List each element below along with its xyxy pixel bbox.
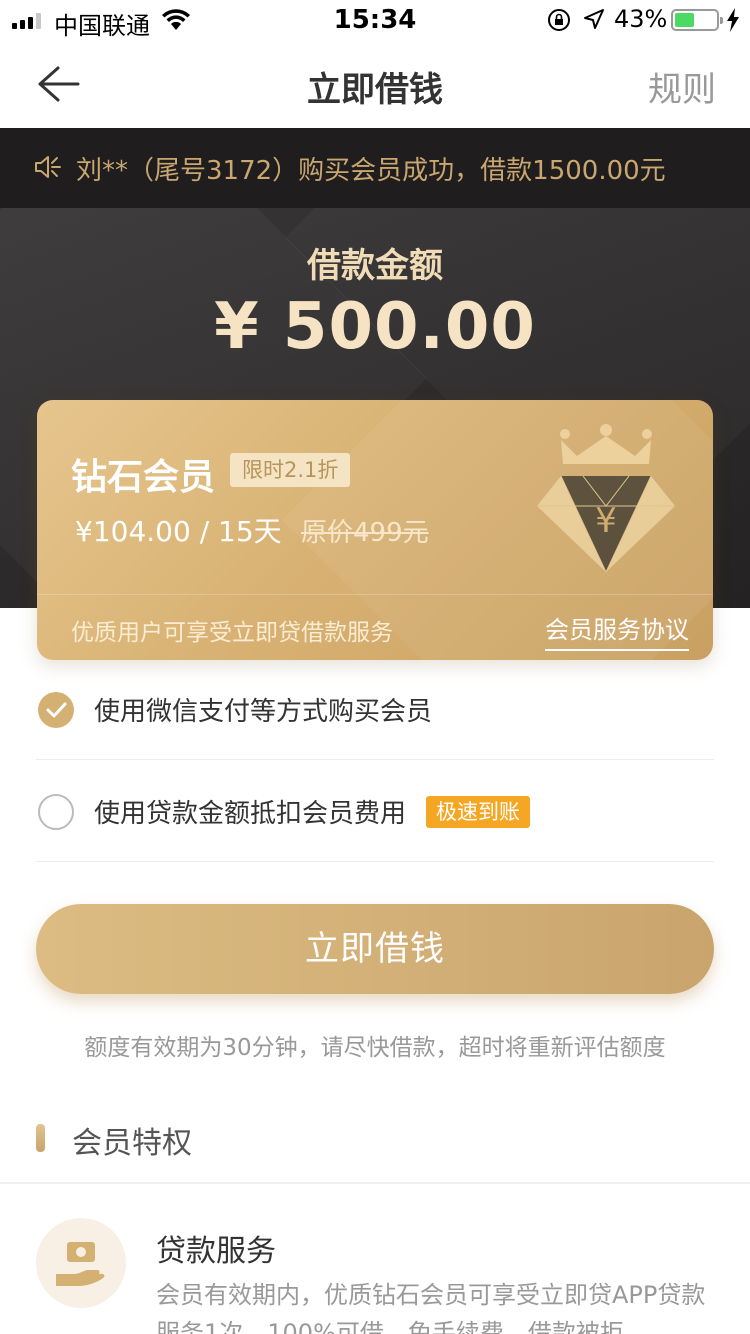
rules-link[interactable]: 规则 [648, 62, 716, 111]
option-label: 使用微信支付等方式购买会员 [94, 697, 433, 727]
benefit-description: 会员有效期内，优质钻石会员可享受立即贷APP贷款服务1次，100%可借，免手续费… [156, 1281, 706, 1334]
rotation-lock-icon [548, 9, 570, 31]
location-arrow-icon [584, 9, 604, 29]
navigation-bar: 立即借钱 规则 [0, 40, 750, 128]
section-accent-bar [36, 1124, 45, 1152]
loan-amount-value: ¥ 500.00 [214, 290, 536, 364]
card-footer-text: 优质用户可享受立即贷借款服务 [71, 620, 393, 646]
original-price: 原价499元 [301, 518, 429, 548]
diamond-crown-icon: ¥ [537, 424, 675, 574]
borrow-now-button[interactable]: 立即借钱 [36, 904, 714, 994]
option-label: 使用贷款金额抵扣会员费用 [94, 799, 407, 829]
page-title: 立即借钱 [307, 70, 443, 110]
purchase-notice-bar: 刘**（尾号3172）购买会员成功，借款1500.00元 [0, 128, 750, 208]
loan-amount-label: 借款金额 [307, 246, 443, 286]
notice-text: 刘**（尾号3172）购买会员成功，借款1500.00元 [76, 156, 666, 186]
checked-circle-icon[interactable] [38, 692, 74, 728]
membership-price: ¥104.00 / 15天 [75, 515, 282, 548]
option-wechat-pay[interactable]: 使用微信支付等方式购买会员 [36, 660, 714, 760]
option-deduct-from-loan[interactable]: 使用贷款金额抵扣会员费用 极速到账 [36, 762, 714, 862]
battery-percent: 43% [614, 5, 668, 33]
unchecked-circle-icon[interactable] [38, 794, 74, 830]
fast-arrival-badge: 极速到账 [426, 796, 530, 828]
quota-validity-hint: 额度有效期为30分钟，请尽快借款，超时将重新评估额度 [84, 1035, 666, 1061]
diamond-membership-card: 钻石会员 限时2.1折 ¥104.00 / 15天 原价499元 ¥ 优质用户可… [37, 400, 713, 660]
benefit-title: 贷款服务 [156, 1234, 276, 1269]
battery-icon [671, 9, 723, 31]
emblem-symbol: ¥ [595, 501, 617, 541]
charging-bolt-icon [727, 8, 739, 32]
membership-title: 钻石会员 [71, 457, 216, 498]
membership-agreement-link[interactable]: 会员服务协议 [545, 610, 689, 651]
section-title: 会员特权 [72, 1126, 192, 1161]
status-bar: 中国联通 15:34 43% [0, 0, 750, 40]
hand-money-icon [36, 1218, 126, 1308]
speaker-icon [35, 156, 61, 178]
discount-badge: 限时2.1折 [230, 453, 351, 487]
